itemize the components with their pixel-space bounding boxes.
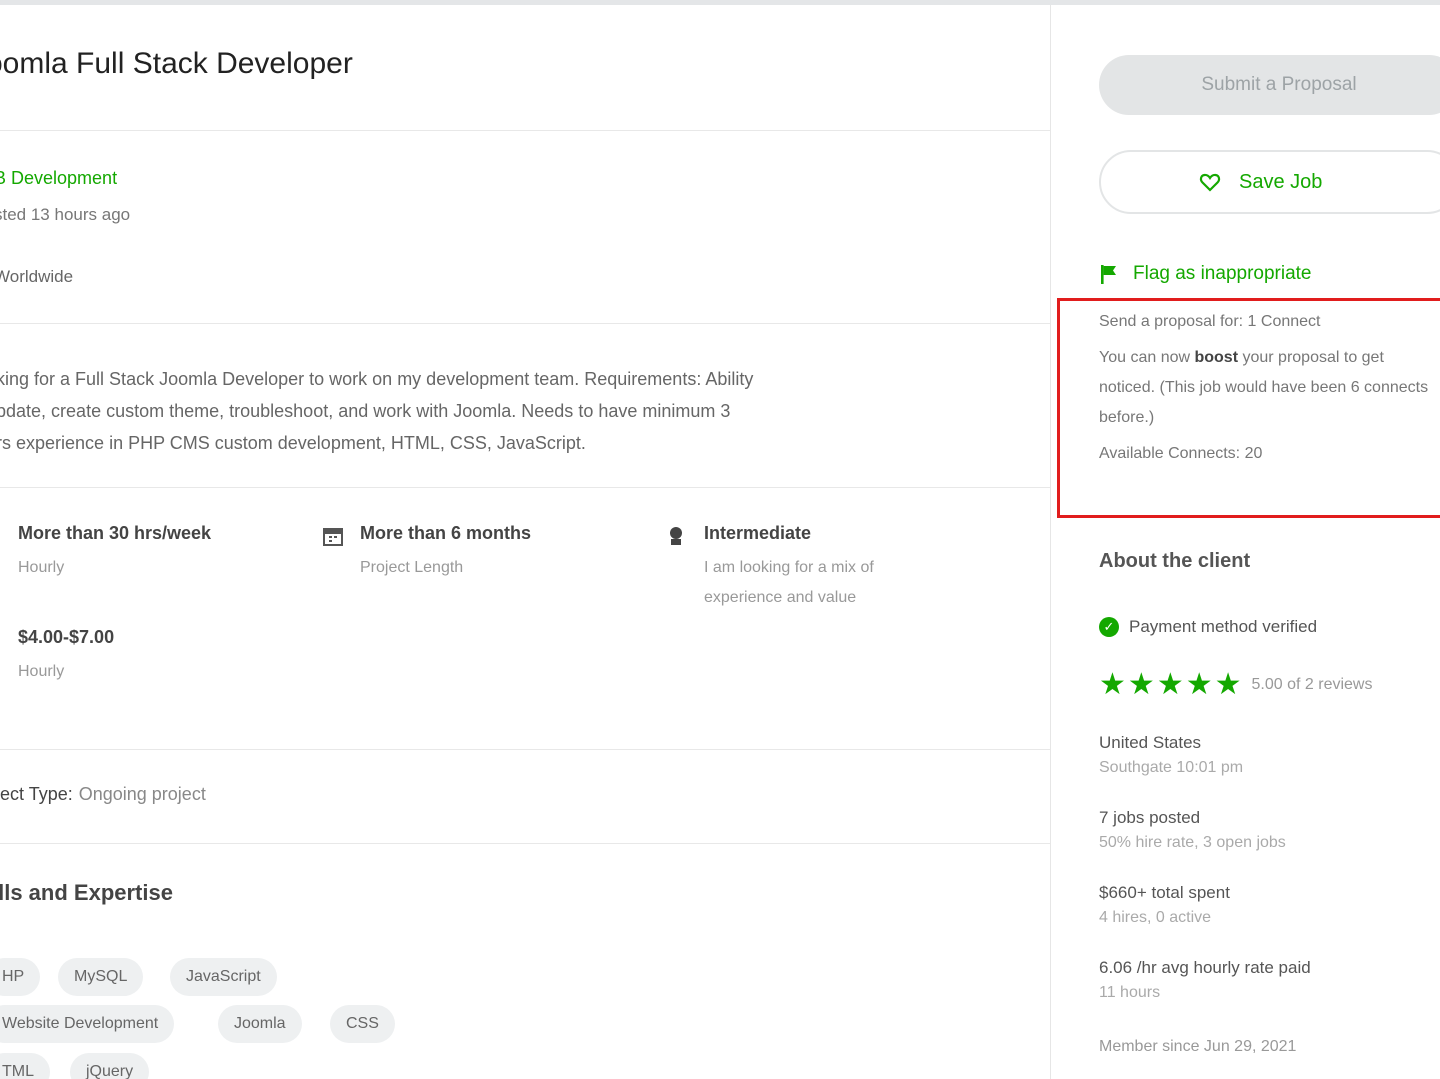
job-details-panel: oomla Full Stack Developer B Development… — [0, 5, 1050, 1079]
star-icon: ★ — [1185, 668, 1213, 701]
flag-inappropriate-link[interactable]: Flag as inappropriate — [1099, 263, 1312, 285]
client-spent: $660+ total spent 4 hires, 0 active — [1099, 883, 1230, 927]
location-text: Worldwide — [0, 267, 74, 286]
feature-subtitle: I am looking for a mix of experience and… — [704, 553, 874, 613]
client-rating: ★ ★ ★ ★ ★ 5.00 of 2 reviews — [1099, 668, 1372, 702]
send-proposal-cost: Send a proposal for: 1 Connect — [1099, 313, 1321, 330]
star-icon: ★ — [1156, 668, 1184, 701]
calendar-icon — [322, 525, 343, 546]
job-description: oking for a Full Stack Joomla Developer … — [0, 363, 1006, 459]
feature-subtitle: Hourly — [18, 559, 65, 576]
save-job-button[interactable]: Save Job — [1099, 150, 1440, 214]
star-icon: ★ — [1214, 668, 1242, 701]
jobs-posted: 7 jobs posted — [1099, 808, 1201, 827]
skill-chip[interactable]: JavaScript — [170, 958, 277, 996]
rating-text: 5.00 of 2 reviews — [1251, 676, 1373, 693]
hours: 11 hours — [1099, 984, 1161, 1001]
hires: 4 hires, 0 active — [1099, 909, 1212, 926]
divider — [0, 323, 1050, 324]
about-client-title: About the client — [1099, 550, 1251, 572]
project-type-value: Ongoing project — [78, 784, 206, 804]
connects-info: Send a proposal for: 1 Connect You can n… — [1099, 313, 1440, 463]
divider — [0, 130, 1050, 131]
total-spent: $660+ total spent — [1099, 883, 1230, 902]
payment-verified: ✓ Payment method verified — [1099, 617, 1317, 637]
boost-info: You can now boost your proposal to get n… — [1099, 343, 1440, 433]
experience-level-icon — [666, 525, 686, 545]
client-country: United States — [1099, 733, 1202, 752]
divider — [0, 487, 1050, 488]
client-hourly: 6.06 /hr avg hourly rate paid 11 hours — [1099, 958, 1311, 1002]
skill-chip[interactable]: Website Development — [0, 1005, 175, 1043]
feature-title: $4.00-$7.00 — [18, 627, 115, 647]
skills-title: ills and Expertise — [0, 880, 173, 905]
description-line: oking for a Full Stack Joomla Developer … — [0, 369, 754, 389]
job-category-link[interactable]: B Development — [0, 168, 117, 189]
flag-label: Flag as inappropriate — [1133, 263, 1312, 284]
divider — [0, 749, 1050, 750]
skill-chip[interactable]: HP — [0, 958, 41, 996]
client-location: United States Southgate 10:01 pm — [1099, 733, 1243, 777]
posted-time: sted 13 hours ago — [0, 205, 131, 224]
member-since: Member since Jun 29, 2021 — [1099, 1038, 1297, 1055]
submit-proposal-button[interactable]: Submit a Proposal — [1099, 55, 1440, 115]
feature-title: More than 30 hrs/week — [18, 523, 212, 543]
heart-icon — [1199, 171, 1221, 193]
skill-chip[interactable]: jQuery — [70, 1053, 150, 1079]
feature-title: Intermediate — [704, 523, 812, 543]
payment-label: Payment method verified — [1129, 617, 1318, 636]
hire-rate: 50% hire rate, 3 open jobs — [1099, 834, 1286, 851]
skill-chip[interactable]: MySQL — [58, 958, 144, 996]
save-job-label: Save Job — [1239, 170, 1323, 193]
feature-subtitle-line: experience and value — [704, 589, 857, 606]
project-type-label: oject Type: — [0, 784, 73, 804]
skill-chip[interactable]: Joomla — [218, 1005, 302, 1043]
feature-title: More than 6 months — [360, 523, 532, 543]
star-icon: ★ — [1099, 668, 1126, 701]
divider — [0, 843, 1050, 844]
project-type: oject Type:Ongoing project — [0, 784, 206, 805]
description-line: update, create custom theme, troubleshoo… — [0, 401, 731, 421]
client-jobs: 7 jobs posted 50% hire rate, 3 open jobs — [1099, 808, 1286, 852]
feature-subtitle: Hourly — [18, 663, 65, 680]
flag-icon — [1099, 263, 1119, 285]
feature-subtitle: Project Length — [360, 559, 464, 576]
available-connects: Available Connects: 20 — [1099, 445, 1263, 462]
avg-hourly-rate: 6.06 /hr avg hourly rate paid — [1099, 958, 1311, 977]
client-city-time: Southgate 10:01 pm — [1099, 759, 1244, 776]
skill-chip[interactable]: TML — [0, 1053, 50, 1079]
star-icon: ★ — [1127, 668, 1155, 701]
job-sidebar: Submit a Proposal Save Job Flag as inapp… — [1050, 5, 1440, 1079]
description-line: ars experience in PHP CMS custom develop… — [0, 433, 586, 453]
job-location: Worldwide — [0, 267, 73, 287]
job-title: oomla Full Stack Developer — [0, 47, 353, 80]
boost-bold: boost — [1194, 349, 1239, 366]
skill-chip[interactable]: CSS — [330, 1005, 395, 1043]
feature-subtitle-line: I am looking for a mix of — [704, 559, 874, 576]
verified-check-icon: ✓ — [1099, 617, 1119, 637]
boost-prefix: You can now — [1099, 349, 1195, 366]
